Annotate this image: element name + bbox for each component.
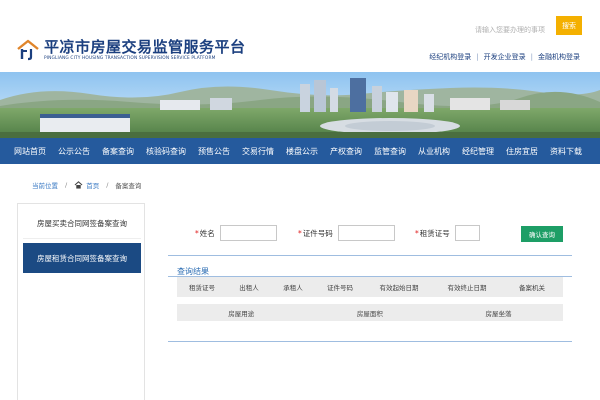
query-form: * 姓名 * 证件号码 * 租赁证号 确认查询	[168, 218, 572, 256]
column-header: 房屋用途	[228, 309, 255, 318]
main-nav: 网站首页 公示公告 备案查询 核验码查询 预售公告 交易行情 楼盘公示 产权查询…	[0, 138, 600, 164]
column-header: 证件号码	[327, 284, 353, 292]
sidebar-item-lease-contract-query[interactable]: 房屋租赁合同网签备案查询	[23, 243, 141, 273]
required-mark: *	[298, 228, 302, 238]
link-separator: |	[530, 53, 533, 61]
column-header: 出租人	[239, 284, 259, 292]
lease-certificate-label: 租赁证号	[419, 228, 450, 238]
nav-brokerage-management[interactable]: 经纪管理	[462, 146, 494, 157]
required-mark: *	[195, 228, 199, 238]
search-button[interactable]: 搜索	[556, 16, 582, 35]
lease-certificate-field-group: * 租赁证号	[415, 225, 480, 241]
breadcrumb-home-link[interactable]: 首页	[86, 180, 99, 190]
city-banner-image	[0, 72, 600, 138]
home-icon	[74, 181, 83, 189]
house-logo-icon	[17, 39, 39, 61]
name-label: 姓名	[199, 228, 215, 238]
site-subtitle: PINGLIANG CITY HOUSING TRANSACTION SUPER…	[44, 55, 216, 61]
site-header: 平凉市房屋交易监管服务平台 PINGLIANG CITY HOUSING TRA…	[0, 0, 600, 72]
sidebar: 房屋买卖合同网签备案查询 房屋租赁合同网签备案查询	[17, 203, 145, 400]
column-header: 承租人	[283, 284, 303, 292]
nav-home[interactable]: 网站首页	[14, 146, 46, 157]
results-header-row-1: 租赁证号 出租人 承租人 证件号码 有效起始日期 有效终止日期 备案机关	[177, 277, 563, 297]
column-header: 有效终止日期	[447, 284, 487, 292]
page: 平凉市房屋交易监管服务平台 PINGLIANG CITY HOUSING TRA…	[0, 0, 600, 400]
lease-certificate-input[interactable]	[454, 225, 480, 241]
query-panel: * 姓名 * 证件号码 * 租赁证号 确认查询 查询结果 租赁证号 出租人 承租…	[168, 218, 572, 400]
name-input[interactable]	[219, 225, 277, 241]
required-mark: *	[415, 228, 419, 238]
nav-downloads[interactable]: 资料下载	[550, 146, 582, 157]
results-header-row-2: 房屋用途 房屋面积 房屋坐落	[177, 304, 563, 321]
confirm-query-button[interactable]: 确认查询	[521, 226, 563, 242]
nav-announcements[interactable]: 公示公告	[58, 146, 90, 157]
column-header: 有效起始日期	[379, 284, 419, 292]
nav-presale-notice[interactable]: 预售公告	[198, 146, 230, 157]
name-field-group: * 姓名	[195, 225, 277, 241]
breadcrumb-location-label: 当前位置	[32, 182, 58, 190]
broker-login-link[interactable]: 经纪机构登录	[429, 52, 471, 62]
city-panorama-illustration	[0, 72, 600, 138]
column-header: 房屋坐落	[485, 309, 512, 318]
login-links: 经纪机构登录 | 开发企业登录 | 金融机构登录	[429, 52, 580, 62]
id-number-input[interactable]	[337, 225, 395, 241]
sidebar-item-sale-contract-query[interactable]: 房屋买卖合同网签备案查询	[23, 209, 141, 239]
search-input[interactable]	[470, 21, 550, 39]
nav-supervision-query[interactable]: 监管查询	[374, 146, 406, 157]
finance-login-link[interactable]: 金融机构登录	[538, 52, 580, 62]
breadcrumb-separator: /	[106, 181, 109, 189]
nav-filing-query[interactable]: 备案查询	[102, 146, 134, 157]
nav-property-rights-query[interactable]: 产权查询	[330, 146, 362, 157]
search-box	[470, 17, 550, 39]
nav-project-publicity[interactable]: 楼盘公示	[286, 146, 318, 157]
nav-agencies[interactable]: 从业机构	[418, 146, 450, 157]
results-bottom-divider	[168, 341, 572, 342]
developer-login-link[interactable]: 开发企业登录	[484, 52, 526, 62]
link-separator: |	[476, 53, 479, 61]
site-logo[interactable]: 平凉市房屋交易监管服务平台 PINGLIANG CITY HOUSING TRA…	[16, 38, 246, 62]
nav-verification-code-query[interactable]: 核验码查询	[146, 146, 186, 157]
breadcrumb-current: 备案查询	[115, 182, 142, 190]
id-number-label: 证件号码	[302, 228, 333, 238]
column-header: 房屋面积	[356, 309, 383, 318]
site-title: 平凉市房屋交易监管服务平台	[44, 37, 246, 56]
breadcrumb: 当前位置 / 首页 / 备案查询	[32, 180, 141, 190]
id-number-field-group: * 证件号码	[298, 225, 395, 241]
nav-market-trends[interactable]: 交易行情	[242, 146, 274, 157]
nav-livable-housing[interactable]: 住房宜居	[506, 146, 538, 157]
breadcrumb-separator: /	[65, 181, 68, 189]
column-header: 备案机关	[519, 284, 545, 292]
column-header: 租赁证号	[189, 284, 215, 292]
